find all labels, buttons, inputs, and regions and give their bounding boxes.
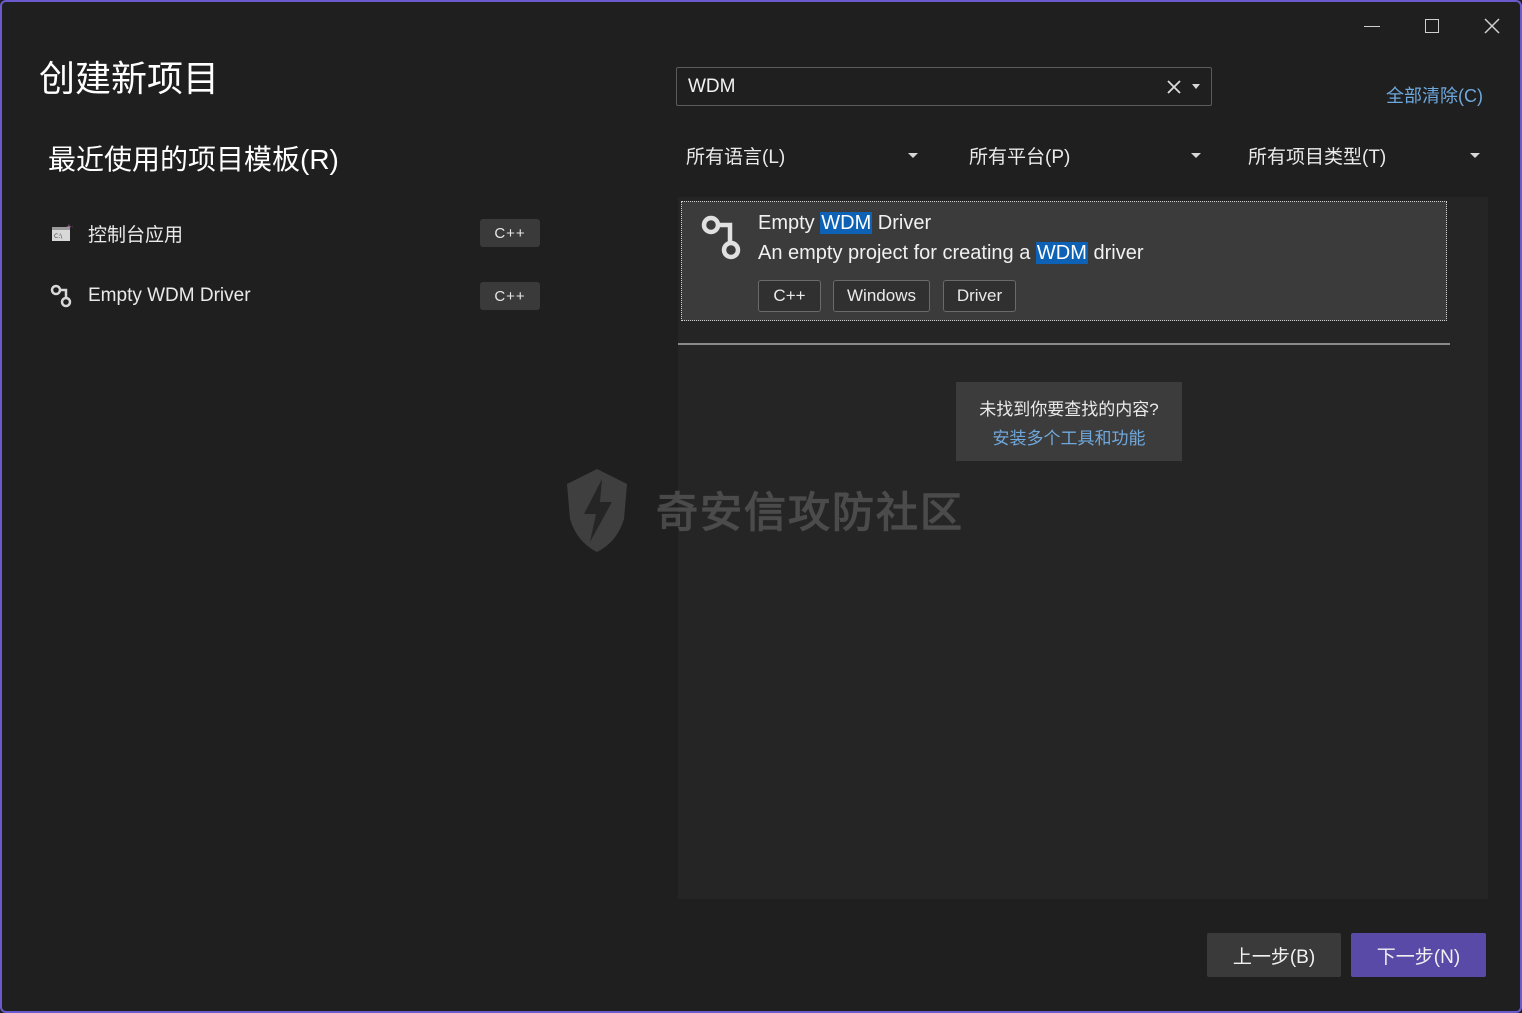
clear-search-icon[interactable] [1163, 76, 1185, 98]
language-filter-label: 所有语言(L) [686, 146, 786, 168]
template-title: Empty WDM Driver [758, 212, 932, 234]
chevron-down-icon [1470, 152, 1480, 158]
close-button[interactable] [1472, 10, 1512, 42]
not-found-panel: 未找到你要查找的内容? 安装多个工具和功能 [956, 382, 1182, 461]
language-filter-dropdown[interactable]: 所有语言(L) [686, 138, 918, 172]
search-highlight: WDM [820, 212, 873, 234]
driver-icon [50, 284, 74, 308]
console-app-icon: C:\ ++ [50, 221, 74, 245]
recent-templates-heading: 最近使用的项目模板(R) [48, 144, 339, 175]
svg-text:C:\: C:\ [54, 233, 63, 240]
maximize-icon [1425, 19, 1439, 33]
search-history-dropdown[interactable] [1185, 76, 1207, 98]
next-button[interactable]: 下一步(N) [1351, 933, 1486, 977]
chevron-down-icon [908, 152, 918, 158]
project-type-filter-dropdown[interactable]: 所有项目类型(T) [1248, 138, 1480, 172]
page-title: 创建新项目 [39, 58, 220, 99]
create-project-window: 创建新项目 最近使用的项目模板(R) C:\ ++ 控制台应用 C++ Empt… [0, 0, 1522, 1013]
language-tag: C++ [480, 219, 540, 247]
search-highlight: WDM [1035, 242, 1088, 264]
recent-item-label: 控制台应用 [88, 224, 184, 246]
template-search-box [676, 67, 1212, 106]
platform-filter-label: 所有平台(P) [969, 146, 1071, 168]
maximize-button[interactable] [1412, 10, 1452, 42]
chevron-down-icon [1191, 152, 1201, 158]
recent-item-label: Empty WDM Driver [88, 285, 251, 306]
template-result-empty-wdm-driver[interactable]: Empty WDM Driver An empty project for cr… [681, 201, 1447, 321]
project-type-filter-label: 所有项目类型(T) [1248, 146, 1387, 168]
template-description: An empty project for creating a WDM driv… [758, 242, 1144, 264]
template-tag-language: C++ [758, 280, 821, 312]
minimize-icon [1364, 25, 1380, 27]
install-tools-link[interactable]: 安装多个工具和功能 [993, 424, 1146, 449]
language-tag: C++ [480, 282, 540, 310]
clear-all-link[interactable]: 全部清除(C) [1386, 82, 1483, 108]
back-button[interactable]: 上一步(B) [1207, 933, 1341, 977]
template-tag-type: Driver [943, 280, 1016, 312]
driver-icon [701, 215, 741, 260]
recent-item-empty-wdm-driver[interactable]: Empty WDM Driver C++ [50, 276, 540, 316]
platform-filter-dropdown[interactable]: 所有平台(P) [969, 138, 1201, 172]
watermark: 奇安信攻防社区 [562, 464, 982, 554]
recent-item-console-app[interactable]: C:\ ++ 控制台应用 C++ [50, 213, 540, 253]
results-divider [678, 343, 1450, 345]
watermark-text: 奇安信攻防社区 [656, 488, 965, 536]
close-icon [1484, 18, 1500, 34]
chevron-down-icon [1192, 84, 1200, 89]
search-input[interactable] [677, 68, 1163, 105]
minimize-button[interactable] [1352, 10, 1392, 42]
lightning-shield-icon [567, 469, 627, 552]
template-tag-platform: Windows [833, 280, 930, 312]
not-found-question: 未找到你要查找的内容? [979, 399, 1159, 419]
svg-text:++: ++ [66, 223, 73, 231]
